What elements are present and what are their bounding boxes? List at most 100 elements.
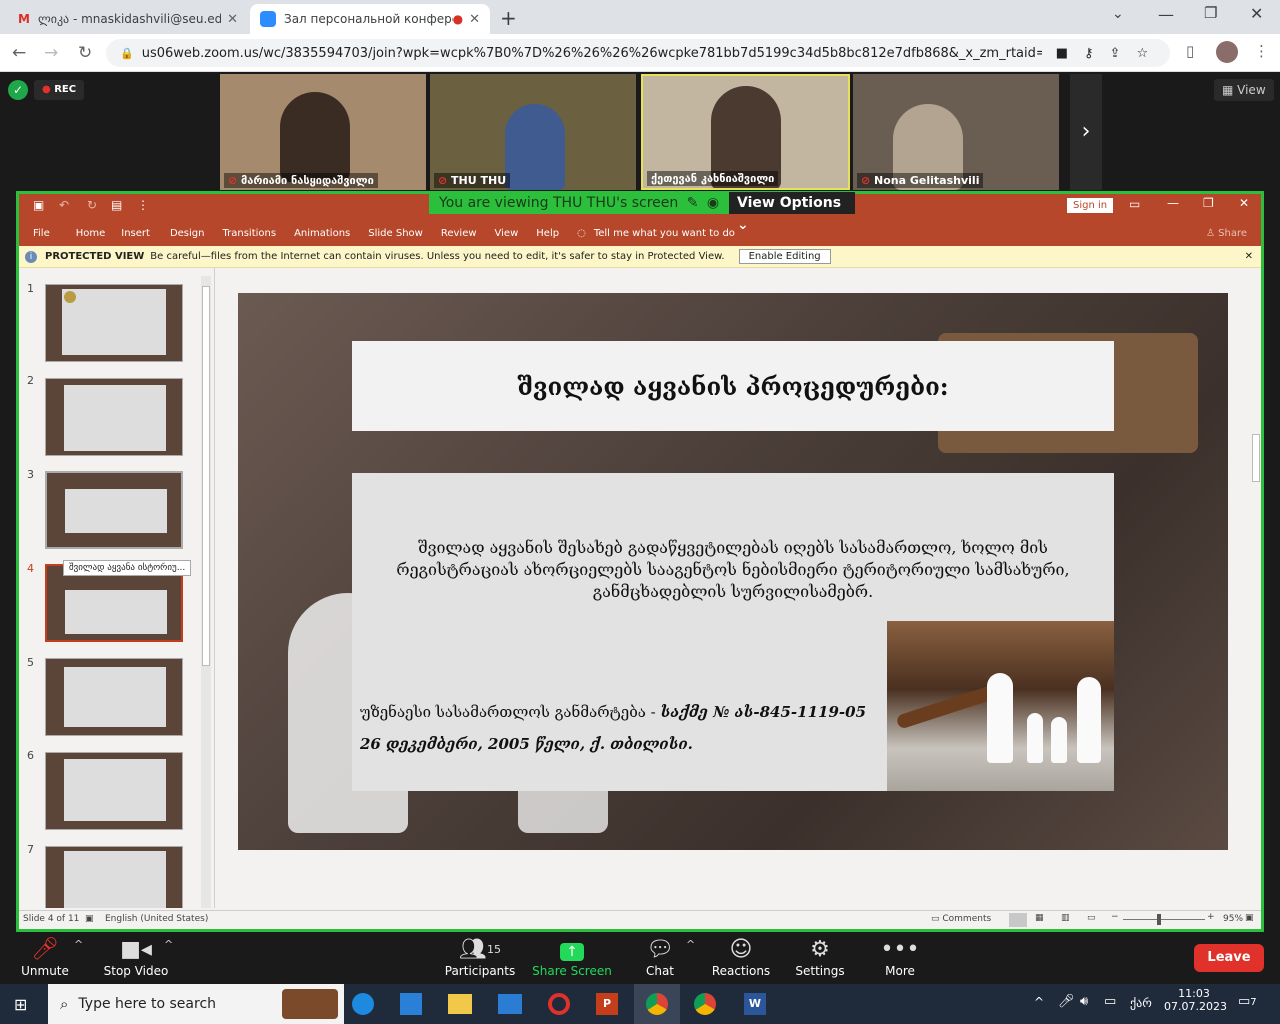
scrollbar-thumb[interactable]: [1252, 434, 1260, 482]
normal-view-icon[interactable]: [1009, 913, 1027, 927]
forward-icon[interactable]: →: [44, 43, 58, 63]
video-tile-active-speaker[interactable]: ქეთევან კახნიაშვილი: [641, 74, 850, 190]
save-icon[interactable]: ▣: [33, 198, 44, 212]
chrome-profile-icon[interactable]: [694, 993, 716, 1015]
video-options-chevron-icon[interactable]: ^: [164, 938, 173, 951]
slide-show-icon[interactable]: ▭: [1087, 913, 1096, 923]
microphone-icon[interactable]: 🎤︎: [1058, 994, 1075, 1009]
sign-in-button[interactable]: Sign in: [1067, 198, 1114, 213]
word-icon[interactable]: W: [744, 993, 766, 1015]
input-language[interactable]: ქარ: [1130, 996, 1152, 1010]
next-participants-chevron-icon[interactable]: ›: [1070, 74, 1102, 190]
zoom-slider-thumb[interactable]: [1157, 914, 1161, 925]
camera-blocked-icon[interactable]: ■: [1056, 46, 1068, 61]
share-icon[interactable]: ⇪: [1110, 46, 1121, 61]
address-bar[interactable]: 🔒 us06web.zoom.us/wc/3835594703/join?wpk…: [106, 39, 1170, 67]
menu-review[interactable]: Review: [441, 228, 477, 239]
tab-gmail[interactable]: M ლიკა - mnaskidashvili@seu.edu.ge ✕: [8, 4, 248, 34]
share-button[interactable]: ♙ Share: [1206, 228, 1247, 239]
unmute-button[interactable]: 🎤︎ Unmute: [10, 936, 80, 978]
restore-icon[interactable]: ❐: [1204, 4, 1217, 22]
menu-design[interactable]: Design: [170, 228, 205, 239]
menu-home[interactable]: Home: [76, 228, 106, 239]
menu-view[interactable]: View: [495, 228, 519, 239]
language-status[interactable]: English (United States): [105, 914, 208, 924]
slide-thumbnail[interactable]: [45, 378, 183, 456]
menu-animations[interactable]: Animations: [294, 228, 350, 239]
close-window-icon[interactable]: ✕: [1250, 4, 1263, 23]
tab-zoom[interactable]: Зал персональной конференции ● ✕: [250, 4, 490, 34]
thumbnail-scrollbar[interactable]: [201, 276, 211, 908]
settings-button[interactable]: ⚙ Settings: [785, 936, 855, 978]
profile-avatar[interactable]: [1216, 41, 1238, 63]
menu-insert[interactable]: Insert: [121, 228, 150, 239]
back-icon[interactable]: ←: [12, 43, 26, 63]
edge-icon[interactable]: [352, 993, 374, 1015]
pin-icon[interactable]: ✎: [687, 195, 699, 211]
windows-start-icon[interactable]: ⊞: [14, 995, 27, 1014]
zoom-slider[interactable]: [1123, 919, 1205, 920]
store-icon[interactable]: [400, 993, 422, 1015]
minimize-icon[interactable]: —: [1167, 196, 1179, 210]
reload-icon[interactable]: ↻: [78, 43, 92, 63]
bookmark-star-icon[interactable]: ☆: [1136, 46, 1148, 61]
menu-slide-show[interactable]: Slide Show: [368, 228, 423, 239]
leave-button[interactable]: Leave: [1194, 944, 1264, 972]
slide-thumbnail[interactable]: [45, 846, 183, 908]
show-hidden-icons-chevron-icon[interactable]: ^: [1034, 995, 1044, 1009]
menu-transitions[interactable]: Transitions: [222, 228, 276, 239]
close-tab-icon[interactable]: ✕: [227, 12, 238, 27]
reactions-button[interactable]: ☺ Reactions: [706, 936, 776, 978]
menu-file[interactable]: File: [33, 228, 50, 239]
tab-search-icon[interactable]: ⌄: [1112, 6, 1124, 22]
spellcheck-icon[interactable]: ▣: [85, 914, 94, 924]
key-icon[interactable]: ⚷: [1084, 46, 1094, 61]
notifications-icon[interactable]: ▭7: [1238, 994, 1257, 1009]
close-tab-icon[interactable]: ✕: [469, 12, 480, 27]
side-panel-icon[interactable]: ▯: [1186, 42, 1194, 60]
view-options-button[interactable]: View Options ⌄: [729, 192, 855, 233]
tell-me-search[interactable]: Tell me what you want to do: [594, 228, 735, 239]
audio-options-chevron-icon[interactable]: ^: [74, 938, 83, 951]
powerpoint-icon[interactable]: P: [596, 993, 618, 1015]
scrollbar-thumb[interactable]: [202, 286, 210, 666]
menu-kebab-icon[interactable]: ⋮: [1254, 42, 1269, 60]
redo-icon[interactable]: ↻: [87, 198, 97, 212]
taskbar-search-box[interactable]: ⌕ Type here to search: [48, 984, 344, 1024]
slide-thumbnail[interactable]: [45, 284, 183, 362]
chat-button[interactable]: 💬︎ Chat: [625, 936, 695, 978]
file-explorer-icon[interactable]: [448, 994, 472, 1014]
opera-icon[interactable]: [548, 993, 570, 1015]
speaker-icon[interactable]: 🔊︎: [1080, 994, 1088, 1009]
network-icon[interactable]: ▭: [1104, 994, 1116, 1009]
participants-button[interactable]: 👥︎15 Participants: [438, 936, 522, 978]
comments-button[interactable]: ▭ Comments: [931, 914, 991, 924]
slide-sorter-icon[interactable]: ▦: [1035, 913, 1044, 923]
zoom-out-icon[interactable]: −: [1111, 912, 1119, 922]
security-shield-icon[interactable]: ✓: [8, 80, 28, 100]
new-tab-button[interactable]: +: [500, 6, 517, 30]
chrome-taskbar-active[interactable]: [634, 984, 680, 1024]
video-tile[interactable]: ⊘ THU THU: [430, 74, 636, 190]
slide-scrollbar[interactable]: [1251, 274, 1261, 908]
zoom-level[interactable]: 95%: [1223, 914, 1243, 924]
video-tile[interactable]: ⊘ მარიამი ნასყიდაშვილი: [220, 74, 426, 190]
view-button[interactable]: ▦ View: [1214, 79, 1274, 101]
slide-thumbnail[interactable]: [45, 471, 183, 549]
undo-icon[interactable]: ↶: [59, 198, 69, 212]
zoom-in-icon[interactable]: +: [1207, 912, 1215, 922]
share-screen-button[interactable]: ↑ Share Screen: [530, 936, 614, 978]
reading-view-icon[interactable]: ▥: [1061, 913, 1070, 923]
chat-options-chevron-icon[interactable]: ^: [686, 938, 695, 951]
fit-to-window-icon[interactable]: ▣: [1245, 913, 1254, 923]
video-tile[interactable]: ⊘ Nona Gelitashvili: [853, 74, 1059, 190]
presenter-icon[interactable]: ▤: [111, 198, 122, 212]
mail-icon[interactable]: [498, 994, 522, 1014]
close-bar-icon[interactable]: ✕: [1245, 251, 1253, 262]
ribbon-display-icon[interactable]: ▭: [1129, 197, 1140, 211]
customize-qat-icon[interactable]: ⋮: [137, 198, 149, 212]
minimize-icon[interactable]: —: [1158, 5, 1174, 24]
menu-help[interactable]: Help: [536, 228, 559, 239]
restore-icon[interactable]: ❐: [1203, 196, 1214, 210]
close-icon[interactable]: ✕: [1239, 196, 1249, 210]
